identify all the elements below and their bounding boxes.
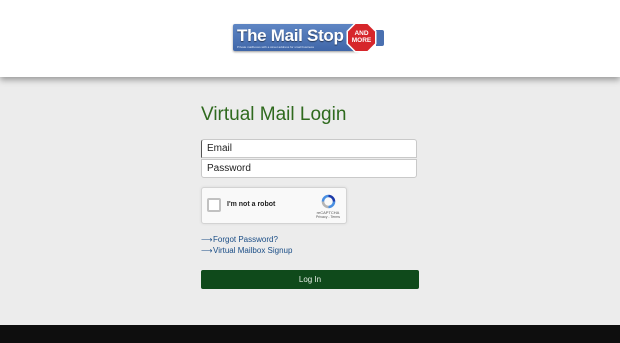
stop-sign-text: AND MORE [346, 30, 377, 44]
stop-sign-line1: AND [354, 30, 369, 37]
logo-name: The Mail Stop [237, 26, 344, 45]
recaptcha-logo-icon [321, 194, 336, 209]
recaptcha-terms-link[interactable]: Privacy - Terms [310, 215, 346, 219]
recaptcha-label: I'm not a robot [227, 201, 276, 208]
stop-sign-line2: MORE [351, 37, 372, 44]
signup-label: Virtual Mailbox Signup [213, 246, 293, 255]
logo-tagline: Private mailboxes with a street address … [237, 45, 315, 49]
arrow-right-icon: ⟶ [201, 235, 213, 244]
site-footer [0, 325, 620, 343]
logo-banner: The Mail Stop Private mailboxes with a s… [233, 24, 359, 51]
password-field[interactable] [201, 159, 417, 178]
recaptcha-checkbox[interactable] [207, 198, 221, 212]
forgot-password-label: Forgot Password? [213, 235, 278, 244]
email-field[interactable] [201, 139, 417, 158]
site-logo[interactable]: The Mail Stop Private mailboxes with a s… [233, 22, 385, 54]
recaptcha-widget: I'm not a robot reCAPTCHA Privacy - Term… [201, 187, 347, 224]
logo-tab [376, 30, 384, 46]
login-button[interactable]: Log In [201, 270, 419, 289]
arrow-right-icon: ⟶ [201, 246, 213, 255]
forgot-password-link[interactable]: ⟶Forgot Password? [201, 235, 278, 244]
signup-link[interactable]: ⟶Virtual Mailbox Signup [201, 246, 292, 255]
site-header: The Mail Stop Private mailboxes with a s… [0, 0, 620, 77]
page-title: Virtual Mail Login [201, 104, 347, 125]
